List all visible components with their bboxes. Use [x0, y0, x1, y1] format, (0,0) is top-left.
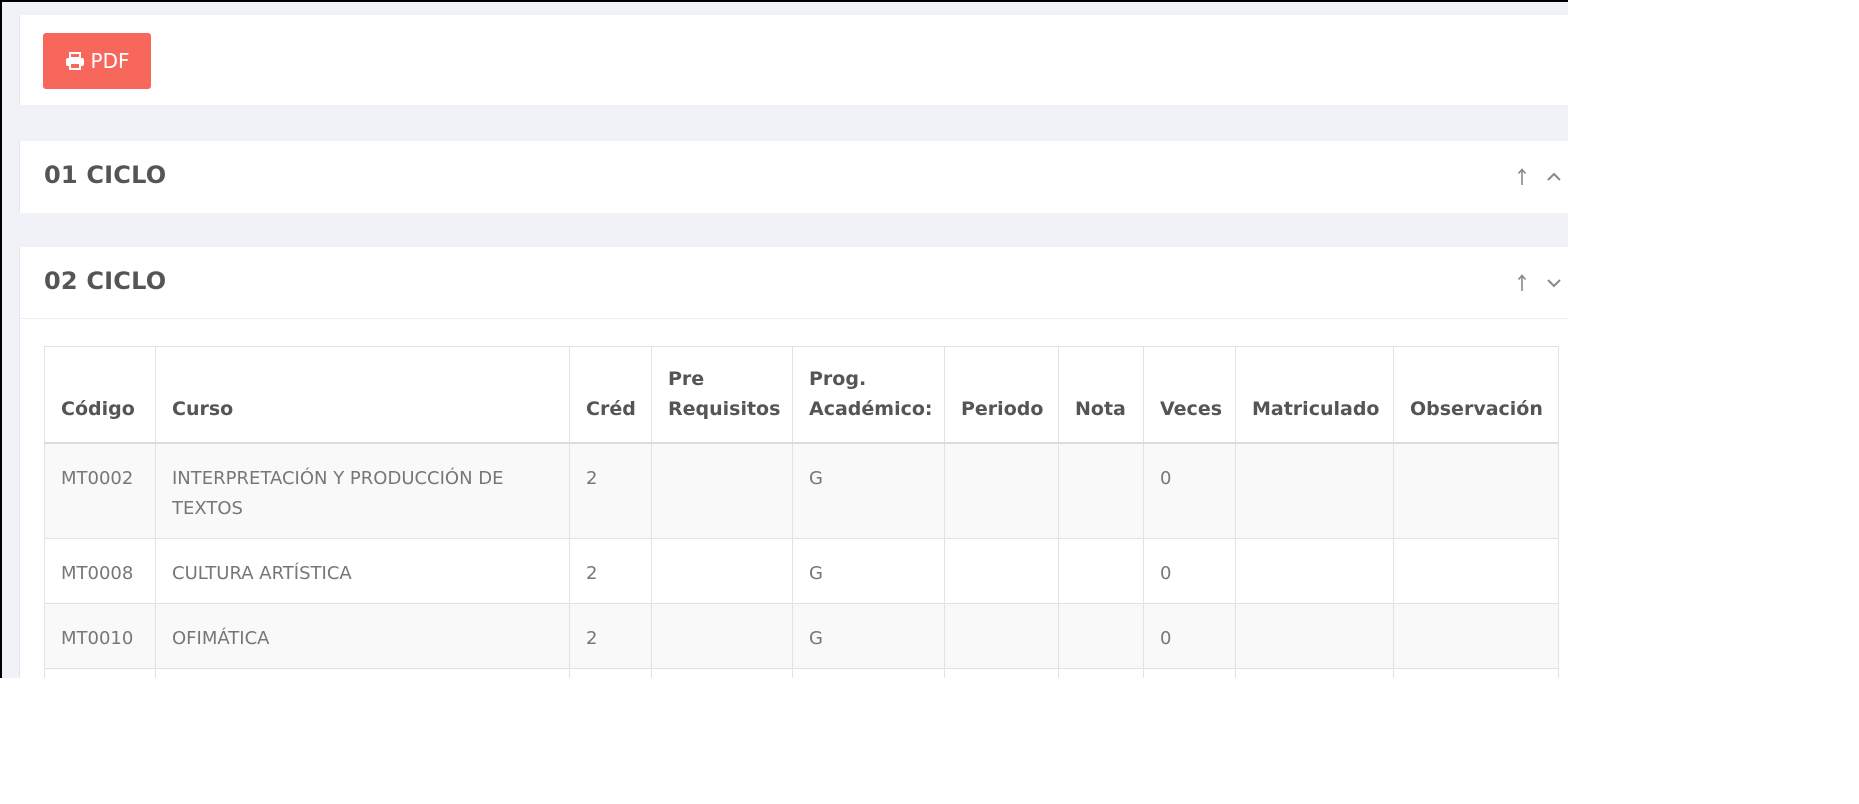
cell-curso: OFIMÁTICA	[155, 603, 570, 669]
cell-periodo	[944, 603, 1059, 669]
cell-periodo	[944, 442, 1059, 539]
cell-periodo	[944, 538, 1059, 604]
arrow-up-icon[interactable]	[1513, 165, 1531, 189]
cell-observacion	[1393, 442, 1559, 539]
cell-prerequisitos	[651, 442, 793, 539]
header-prerequisitos[interactable]: Pre Requisitos	[651, 346, 793, 444]
arrow-up-icon[interactable]	[1513, 271, 1531, 295]
courses-table-wrapper: Código Curso Créd Pre Requisitos Prog. A…	[44, 346, 1559, 678]
header-matriculado[interactable]: Matriculado	[1235, 346, 1394, 444]
cell-veces: 0	[1143, 538, 1236, 604]
header-cred[interactable]: Créd	[569, 346, 652, 444]
table-row: MT0008 CULTURA ARTÍSTICA 2 G 0	[44, 538, 1559, 604]
panel-title: 02 CICLO	[44, 267, 167, 295]
courses-table: Código Curso Créd Pre Requisitos Prog. A…	[44, 346, 1559, 678]
cell-prog-academico: G	[792, 442, 945, 539]
page-frame: PDF 01 CICLO 0 2 CICLO Código Curso Créd …	[0, 0, 1568, 678]
header-prerequisitos-line1: Pre	[668, 367, 705, 390]
cell-cred: 2	[569, 538, 652, 604]
cell-prerequisitos	[651, 668, 793, 678]
cell-curso: INTERPRETACIÓN Y PRODUCCIÓN DE TEXTOS	[155, 442, 570, 539]
panel-actions	[1513, 271, 1563, 295]
cell-prerequisitos	[651, 603, 793, 669]
panel-header[interactable]: 01 CICLO	[20, 141, 1568, 213]
table-row	[44, 668, 1559, 678]
cell-matriculado	[1235, 603, 1394, 669]
chevron-down-icon[interactable]	[1545, 271, 1563, 295]
header-curso[interactable]: Curso	[155, 346, 570, 444]
cell-matriculado	[1235, 538, 1394, 604]
cell-codigo	[44, 668, 156, 678]
cell-periodo	[944, 668, 1059, 678]
panel-ciclo-02: 02 CICLO Código Curso Créd Pre Requisito…	[19, 247, 1568, 678]
cell-codigo: MT0002	[44, 442, 156, 539]
header-observacion[interactable]: Observación	[1393, 346, 1559, 444]
cell-prog-academico: G	[792, 538, 945, 604]
table-header-row: Código Curso Créd Pre Requisitos Prog. A…	[44, 346, 1559, 444]
panel-actions	[1513, 165, 1563, 189]
cell-prerequisitos	[651, 538, 793, 604]
panel-ciclo-01: 01 CICLO	[19, 141, 1568, 213]
cell-observacion	[1393, 603, 1559, 669]
cell-nota	[1058, 538, 1144, 604]
chevron-up-icon[interactable]	[1545, 165, 1563, 189]
header-codigo[interactable]: Código	[44, 346, 156, 444]
cell-curso	[155, 668, 570, 678]
cell-codigo: MT0008	[44, 538, 156, 604]
printer-icon	[65, 52, 85, 70]
cell-nota	[1058, 442, 1144, 539]
cell-prog-academico	[792, 668, 945, 678]
cell-veces: 0	[1143, 442, 1236, 539]
cell-nota	[1058, 603, 1144, 669]
header-prog-academico-line2: Académico:	[809, 397, 933, 420]
cell-matriculado	[1235, 442, 1394, 539]
panel-header[interactable]: 02 CICLO	[20, 247, 1568, 319]
panel-title: 01 CICLO	[44, 161, 167, 189]
toolbar: PDF	[19, 15, 1568, 105]
header-prog-academico-line1: Prog.	[809, 367, 867, 390]
cell-codigo: MT0010	[44, 603, 156, 669]
header-prog-academico[interactable]: Prog. Académico:	[792, 346, 945, 444]
pdf-button[interactable]: PDF	[43, 33, 151, 89]
cell-nota	[1058, 668, 1144, 678]
pdf-button-label: PDF	[90, 49, 130, 73]
cell-cred	[569, 668, 652, 678]
cell-curso: CULTURA ARTÍSTICA	[155, 538, 570, 604]
header-periodo[interactable]: Periodo	[944, 346, 1059, 444]
cell-veces	[1143, 668, 1236, 678]
cell-matriculado	[1235, 668, 1394, 678]
header-nota[interactable]: Nota	[1058, 346, 1144, 444]
header-veces[interactable]: Veces	[1143, 346, 1236, 444]
cell-observacion	[1393, 668, 1559, 678]
cell-cred: 2	[569, 442, 652, 539]
cell-prog-academico: G	[792, 603, 945, 669]
table-row: MT0002 INTERPRETACIÓN Y PRODUCCIÓN DE TE…	[44, 442, 1559, 539]
cell-veces: 0	[1143, 603, 1236, 669]
cell-observacion	[1393, 538, 1559, 604]
cell-cred: 2	[569, 603, 652, 669]
table-row: MT0010 OFIMÁTICA 2 G 0	[44, 603, 1559, 669]
header-prerequisitos-line2: Requisitos	[668, 397, 781, 420]
